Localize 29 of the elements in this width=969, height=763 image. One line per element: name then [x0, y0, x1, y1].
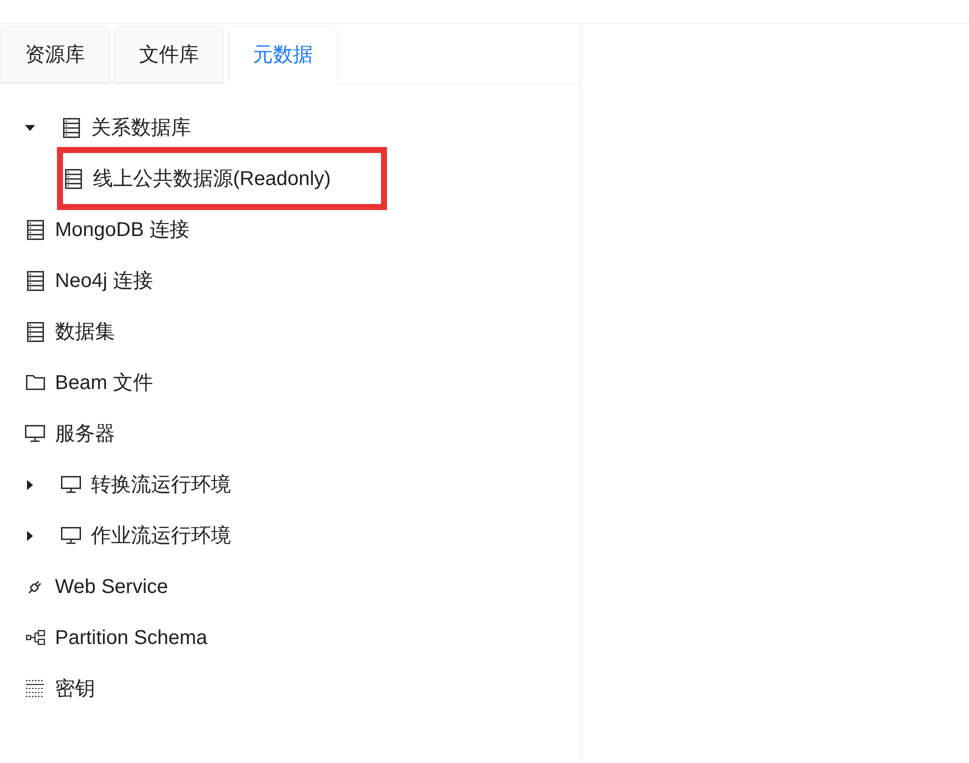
monitor-icon — [61, 476, 81, 493]
tree-node-label[interactable]: Neo4j 连接 — [55, 266, 153, 294]
tree-node-label[interactable]: MongoDB 连接 — [55, 216, 190, 244]
caret-right-icon[interactable] — [27, 480, 33, 490]
folder-icon — [26, 375, 44, 390]
server-stack-icon — [26, 270, 44, 290]
dotted-grid-icon — [26, 680, 44, 697]
tree-node-label[interactable]: 作业流运行环境 — [91, 522, 231, 550]
tab[interactable]: 文件库 — [114, 26, 224, 83]
hierarchy-icon — [26, 630, 44, 645]
monitor-icon — [25, 425, 45, 442]
tree-node-label[interactable]: Beam 文件 — [55, 368, 153, 396]
tree-node-label[interactable]: 线上公共数据源(Readonly) — [93, 164, 331, 192]
monitor-icon — [61, 527, 81, 544]
caret-down-icon[interactable] — [25, 124, 35, 130]
server-stack-icon — [64, 168, 82, 188]
server-stack-icon — [26, 322, 44, 342]
tab[interactable]: 元数据 — [228, 26, 338, 84]
tree-node-label[interactable]: 服务器 — [55, 420, 115, 448]
tree-node-label[interactable]: 关系数据库 — [91, 114, 191, 142]
server-stack-icon — [26, 220, 44, 240]
server-stack-icon — [62, 118, 80, 138]
tree-node-label[interactable]: 密钥 — [55, 674, 95, 702]
tree-node-label[interactable]: 数据集 — [55, 318, 115, 346]
tree-node-label[interactable]: 转换流运行环境 — [91, 470, 231, 498]
tree-node-label[interactable]: Partition Schema — [55, 624, 208, 652]
tab[interactable]: 资源库 — [0, 26, 110, 83]
tree-node-label[interactable]: Web Service — [55, 572, 168, 600]
caret-right-icon[interactable] — [27, 530, 33, 540]
